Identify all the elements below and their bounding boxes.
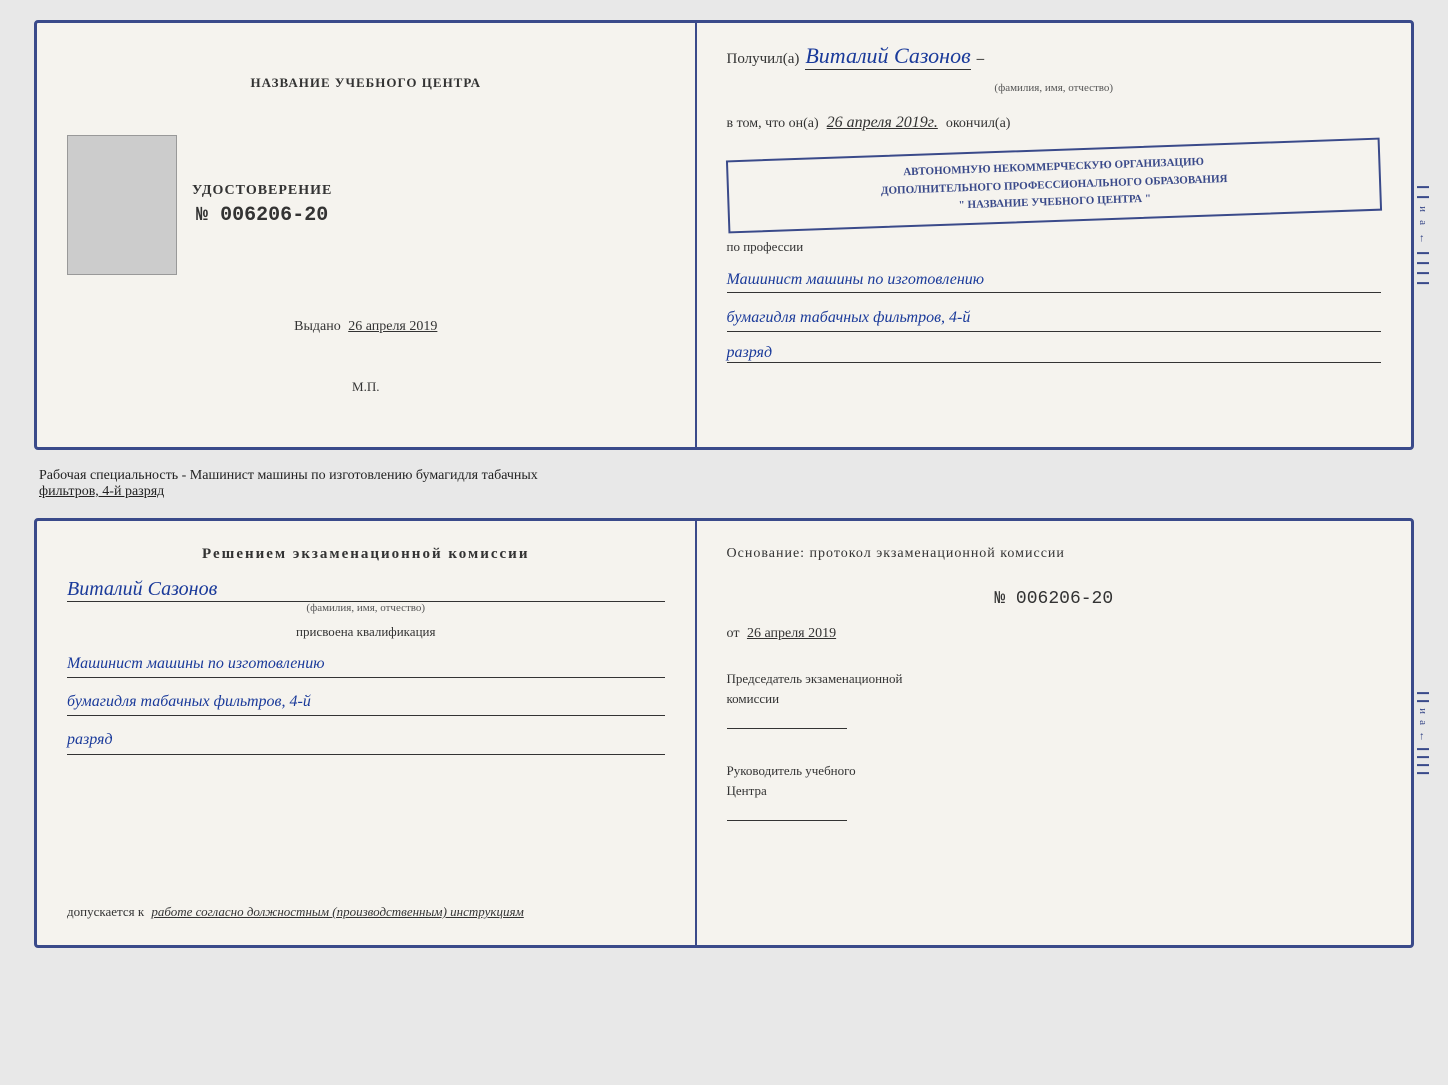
rank-text: разряд — [727, 344, 1381, 363]
recipient-prefix: Получил(а) — [727, 51, 800, 68]
issued-label: Выдано — [294, 319, 341, 334]
date-value: 26 апреля 2019 — [747, 626, 836, 641]
protocol-date: от 26 апреля 2019 — [727, 626, 1381, 642]
below-cert-text: Рабочая специальность - Машинист машины … — [34, 460, 1414, 508]
qual-line1: Машинист машины по изготовлению — [67, 650, 665, 678]
bottom-person-sub: (фамилия, имя, отчество) — [67, 602, 665, 614]
director-sig-line — [727, 820, 847, 821]
below-underline-text: фильтров, 4-й разряд — [39, 484, 164, 499]
director-title: Руководитель учебного Центра — [727, 761, 1381, 800]
cert-bottom-right: Основание: протокол экзаменационной коми… — [697, 521, 1411, 945]
confirm-date: 26 апреля 2019г. — [827, 114, 938, 132]
org-name-top: НАЗВАНИЕ УЧЕБНОГО ЦЕНТРА — [250, 75, 481, 91]
profession-label: по профессии — [727, 239, 1381, 255]
decision-title: Решением экзаменационной комиссии — [67, 546, 665, 563]
profession-line1: Машинист машины по изготовлению — [727, 267, 1381, 294]
bottom-certificate: Решением экзаменационной комиссии Витали… — [34, 518, 1414, 948]
recipient-sub: (фамилия, имя, отчество) — [727, 82, 1381, 94]
issued-line: Выдано 26 апреля 2019 — [294, 319, 437, 335]
cert-bottom-left: Решением экзаменационной комиссии Витали… — [37, 521, 697, 945]
director-block: Руководитель учебного Центра — [727, 761, 1381, 821]
stamp-line3: " НАЗВАНИЕ УЧЕБНОГО ЦЕНТРА " — [958, 193, 1151, 212]
qual-line3: разряд — [67, 726, 665, 754]
protocol-number: № 006206-20 — [727, 589, 1381, 609]
mp-label: М.П. — [352, 379, 379, 395]
confirm-prefix: в том, что он(а) — [727, 116, 819, 132]
date-prefix: от — [727, 626, 740, 641]
right-decoration: и а ← — [1417, 186, 1429, 284]
org-stamp: АВТОНОМНУЮ НЕКОММЕРЧЕСКУЮ ОРГАНИЗАЦИЮ ДО… — [725, 138, 1382, 234]
admission-text: допускается к работе согласно должностны… — [67, 894, 665, 920]
cert-left-panel: НАЗВАНИЕ УЧЕБНОГО ЦЕНТРА УДОСТОВЕРЕНИЕ №… — [37, 23, 697, 447]
basis-title: Основание: протокол экзаменационной коми… — [727, 546, 1381, 562]
cert-number: № 006206-20 — [192, 204, 332, 227]
admission-prefix: допускается к — [67, 904, 144, 919]
recipient-name: Виталий Сазонов — [805, 43, 970, 70]
chairman-sig-line — [727, 728, 847, 729]
below-main-text: Рабочая специальность - Машинист машины … — [39, 468, 538, 483]
chairman-title: Председатель экзаменационной комиссии — [727, 669, 1381, 708]
qualification-label: присвоена квалификация — [67, 624, 665, 640]
cert-title-block: УДОСТОВЕРЕНИЕ № 006206-20 — [192, 183, 332, 227]
cert-right-panel: Получил(а) Виталий Сазонов – (фамилия, и… — [697, 23, 1411, 447]
bottom-person-name: Виталий Сазонов — [67, 578, 665, 602]
top-certificate: НАЗВАНИЕ УЧЕБНОГО ЦЕНТРА УДОСТОВЕРЕНИЕ №… — [34, 20, 1414, 450]
profession-line2: бумагидля табачных фильтров, 4-й — [727, 305, 1381, 332]
recipient-dash: – — [977, 51, 985, 68]
qual-line2: бумагидля табачных фильтров, 4-й — [67, 688, 665, 716]
cert-title: УДОСТОВЕРЕНИЕ — [192, 183, 332, 199]
photo-placeholder — [67, 135, 177, 275]
chairman-block: Председатель экзаменационной комиссии — [727, 669, 1381, 729]
admission-detail: работе согласно должностным (производств… — [151, 904, 523, 919]
bottom-right-decoration: и а ← — [1417, 692, 1429, 774]
finished-label: окончил(а) — [946, 116, 1011, 132]
issued-date: 26 апреля 2019 — [348, 319, 437, 334]
